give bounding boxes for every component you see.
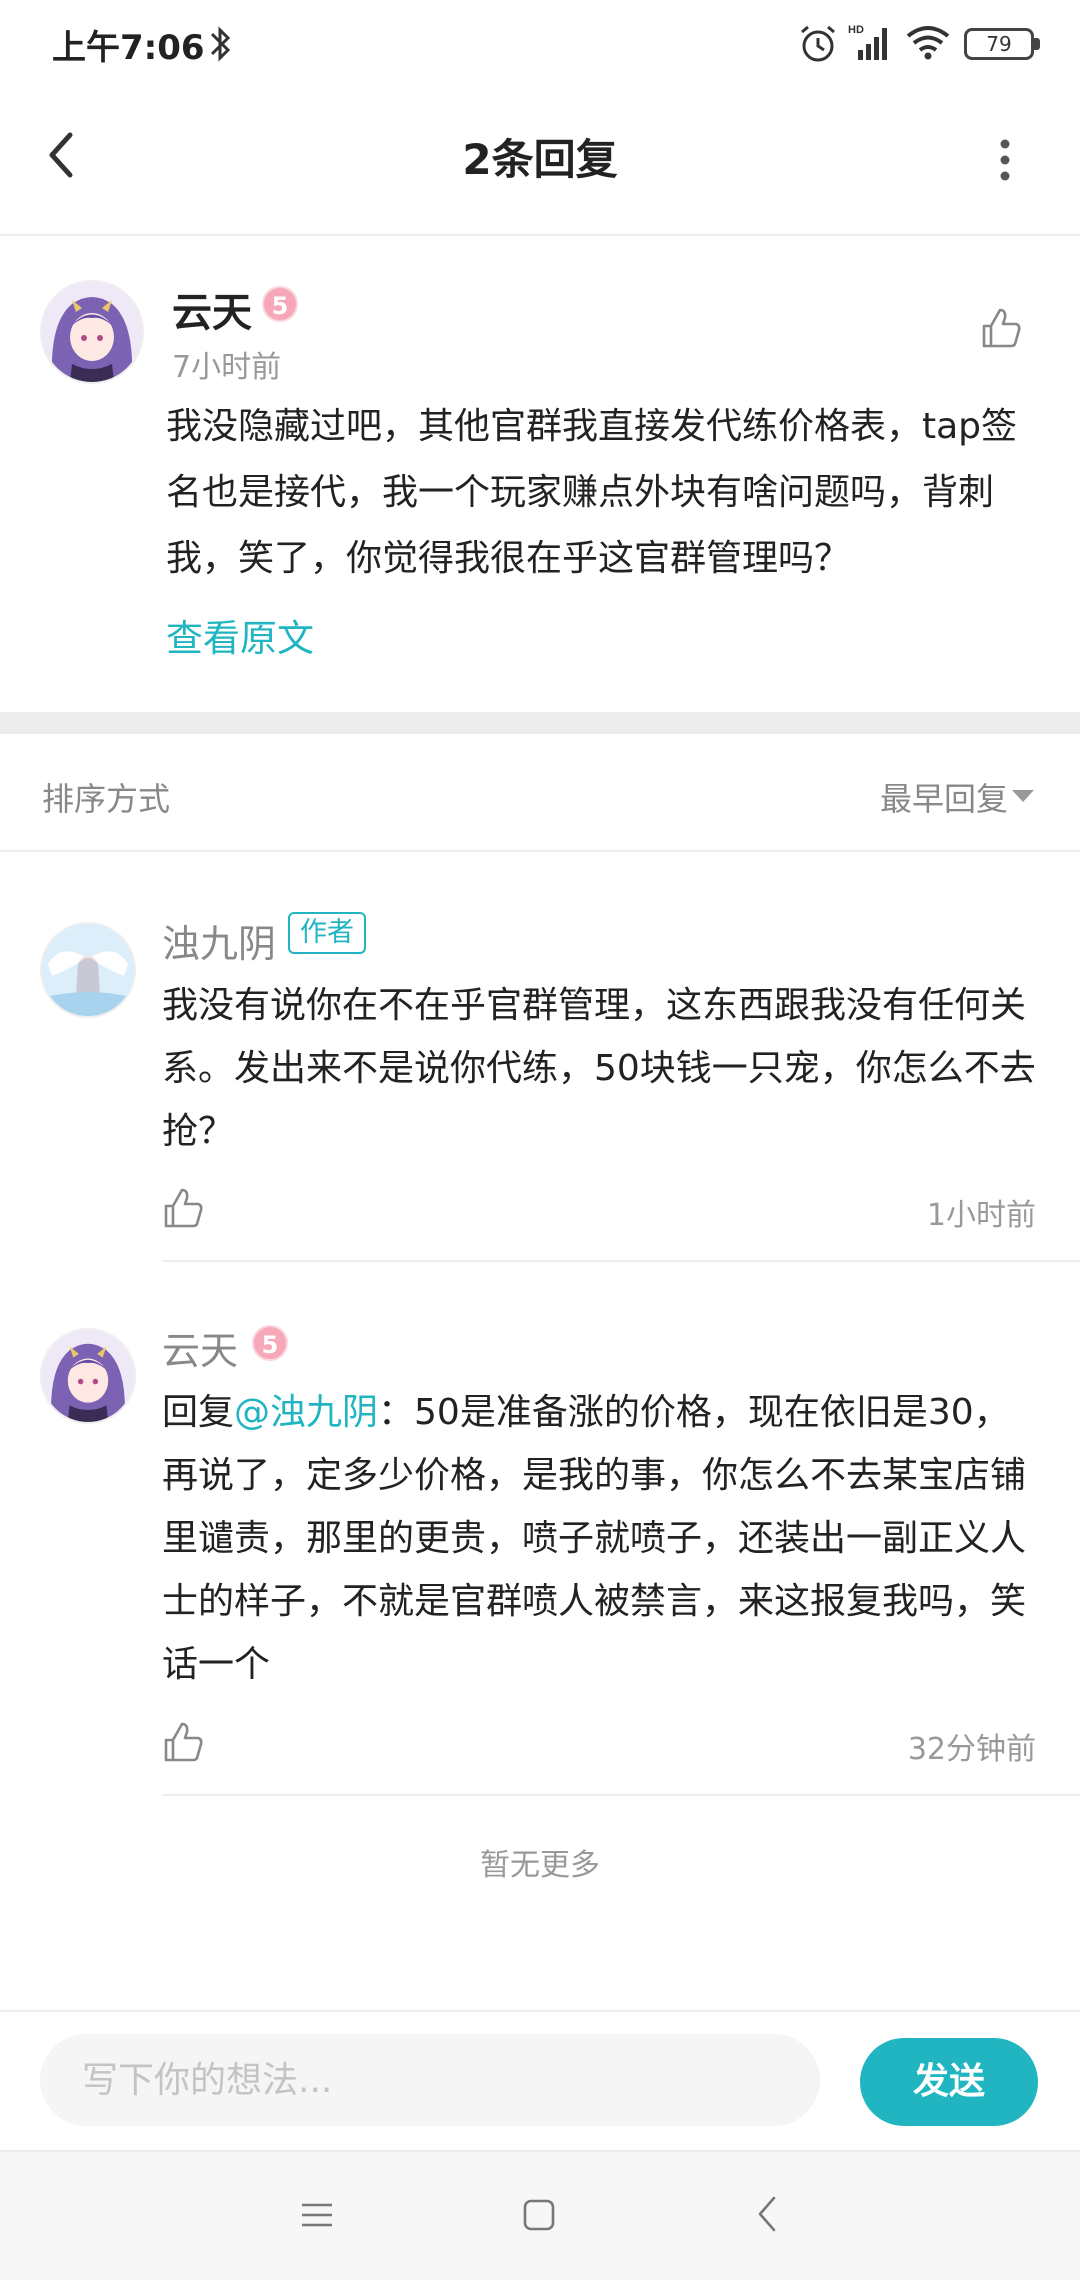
alarm-icon: [801, 25, 835, 62]
reply-divider: [162, 1794, 1080, 1796]
reply-divider: [162, 1260, 1080, 1262]
battery-level: 79: [986, 32, 1012, 56]
page-title: 2条回复: [462, 135, 618, 184]
level-badge: 5: [262, 286, 298, 322]
status-time: 上午7:06: [52, 28, 205, 68]
reply-author-name[interactable]: 浊九阴: [162, 913, 276, 968]
mention-link[interactable]: @浊九阴: [234, 1392, 378, 1433]
reply-body: ：50是准备涨的价格，现在依旧是30，再说了，定多少价格，是我的事，你怎么不去某…: [162, 1392, 1027, 1685]
avatar[interactable]: [40, 922, 136, 1018]
post-author-name[interactable]: 云天: [172, 280, 252, 338]
menu-icon[interactable]: [300, 2198, 334, 2232]
reply-timestamp: 32分钟前: [907, 1732, 1036, 1767]
avatar[interactable]: [40, 1328, 136, 1424]
level-badge: 5: [252, 1325, 288, 1361]
reply-timestamp: 1小时前: [926, 1198, 1036, 1233]
cell-signal-icon: HD: [848, 24, 887, 60]
battery-tip: [1034, 38, 1040, 50]
nav-back-icon[interactable]: [752, 2194, 782, 2234]
battery-icon: 79: [964, 28, 1034, 60]
header-divider: [0, 234, 1080, 236]
bluetooth-icon: [210, 26, 231, 62]
thumbs-up-icon[interactable]: [162, 1720, 204, 1764]
send-button[interactable]: 发送: [860, 2038, 1038, 2126]
no-more-text: 暂无更多: [480, 1848, 600, 1883]
reply-content: 回复@浊九阴：50是准备涨的价格，现在依旧是30，再说了，定多少价格，是我的事，…: [162, 1381, 1042, 1696]
reply-input[interactable]: [40, 2034, 820, 2126]
reply-author-name[interactable]: 云天: [162, 1320, 238, 1375]
post-timestamp: 7小时前: [172, 350, 282, 385]
more-options-icon[interactable]: [990, 130, 1020, 190]
reply-content: 我没有说你在不在乎官群管理，这东西跟我没有任何关系。发出来不是说你代练，50块钱…: [162, 985, 1036, 1152]
dropdown-arrow-icon[interactable]: [1012, 790, 1034, 802]
sort-divider: [0, 850, 1080, 852]
avatar-anime-girl-icon: [42, 282, 142, 382]
hd-label: HD: [848, 24, 864, 36]
view-original-link[interactable]: 查看原文: [166, 608, 314, 662]
thumbs-up-icon[interactable]: [980, 306, 1022, 350]
sort-dropdown[interactable]: 最早回复: [880, 774, 1008, 820]
wifi-icon: [906, 26, 950, 60]
section-separator: [0, 712, 1080, 734]
sort-label: 排序方式: [42, 780, 171, 818]
post-content: 我没隐藏过吧，其他官群我直接发代练价格表，tap签名也是接代，我一个玩家赚点外块…: [166, 406, 1018, 579]
avatar[interactable]: [40, 280, 144, 384]
thumbs-up-icon[interactable]: [162, 1186, 204, 1230]
avatar-anime-girl-icon: [42, 1330, 134, 1422]
author-badge: 作者: [288, 912, 366, 954]
avatar-angel-icon: [42, 924, 134, 1016]
reply-prefix: 回复: [162, 1392, 235, 1433]
home-square-icon[interactable]: [522, 2198, 556, 2232]
